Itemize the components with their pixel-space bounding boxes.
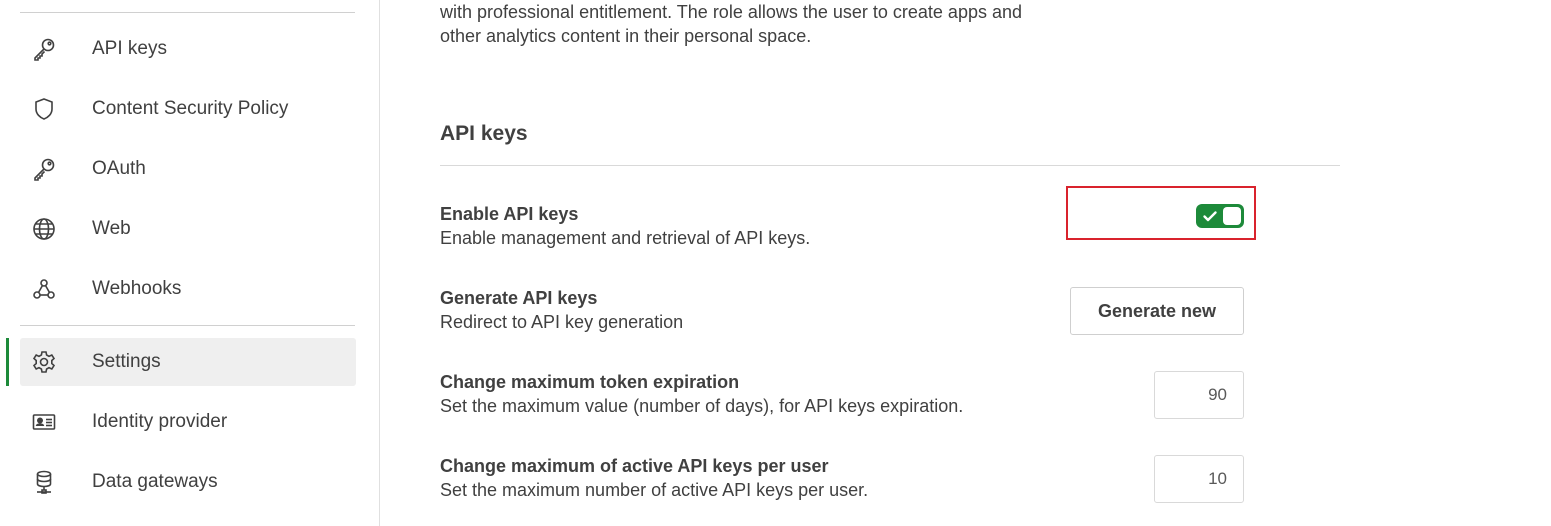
toggle-knob bbox=[1223, 207, 1241, 225]
webhook-icon bbox=[30, 275, 58, 303]
section-title: API keys bbox=[440, 122, 528, 145]
key-icon bbox=[30, 35, 58, 63]
sidebar-item-label: Data gateways bbox=[92, 471, 218, 492]
check-icon bbox=[1202, 208, 1218, 229]
sidebar-item-label: Settings bbox=[92, 351, 161, 372]
key-icon bbox=[30, 155, 58, 183]
intro-line: other analytics content in their persona… bbox=[440, 26, 812, 46]
sidebar-item-label: Webhooks bbox=[92, 278, 182, 299]
intro-text: with professional entitlement. The role … bbox=[440, 0, 1140, 48]
sidebar-item-api-keys[interactable]: API keys bbox=[20, 25, 356, 73]
max-token-expiration-input[interactable] bbox=[1154, 371, 1244, 419]
sidebar-divider bbox=[20, 12, 355, 13]
max-active-keys-description: Set the maximum number of active API key… bbox=[440, 480, 869, 500]
sidebar-item-data-gateways[interactable]: Data gateways bbox=[20, 458, 356, 506]
sidebar-item-oauth[interactable]: OAuth bbox=[20, 145, 356, 193]
intro-line: with professional entitlement. The role … bbox=[440, 2, 1022, 22]
sidebar: API keys Content Security Policy OAuth W… bbox=[0, 0, 380, 526]
generate-new-button[interactable]: Generate new bbox=[1070, 287, 1244, 335]
sidebar-item-settings[interactable]: Settings bbox=[6, 338, 356, 386]
generate-api-keys-title: Generate API keys bbox=[440, 288, 598, 308]
database-icon bbox=[30, 468, 58, 496]
enable-api-keys-title: Enable API keys bbox=[440, 204, 579, 224]
max-active-keys-title: Change maximum of active API keys per us… bbox=[440, 456, 829, 476]
globe-icon bbox=[30, 215, 58, 243]
sidebar-item-label: Identity provider bbox=[92, 411, 228, 432]
sidebar-divider bbox=[20, 325, 355, 326]
sidebar-item-label: Content Security Policy bbox=[92, 98, 289, 119]
id-card-icon bbox=[30, 408, 58, 436]
sidebar-item-web[interactable]: Web bbox=[20, 205, 356, 253]
sidebar-item-content-security-policy[interactable]: Content Security Policy bbox=[20, 85, 356, 133]
generate-api-keys-description: Redirect to API key generation bbox=[440, 312, 684, 332]
gear-icon bbox=[30, 348, 58, 376]
sidebar-item-label: OAuth bbox=[92, 158, 146, 179]
sidebar-item-webhooks[interactable]: Webhooks bbox=[20, 265, 356, 313]
section-divider bbox=[440, 165, 1340, 166]
max-token-expiration-title: Change maximum token expiration bbox=[440, 372, 740, 392]
sidebar-item-label: API keys bbox=[92, 38, 167, 59]
sidebar-item-label: Web bbox=[92, 218, 131, 239]
max-active-keys-input[interactable] bbox=[1154, 455, 1244, 503]
enable-api-keys-description: Enable management and retrieval of API k… bbox=[440, 228, 811, 248]
sidebar-item-identity-provider[interactable]: Identity provider bbox=[20, 398, 356, 446]
max-token-expiration-description: Set the maximum value (number of days), … bbox=[440, 396, 964, 416]
enable-api-keys-toggle[interactable] bbox=[1196, 204, 1244, 228]
shield-icon bbox=[30, 95, 58, 123]
